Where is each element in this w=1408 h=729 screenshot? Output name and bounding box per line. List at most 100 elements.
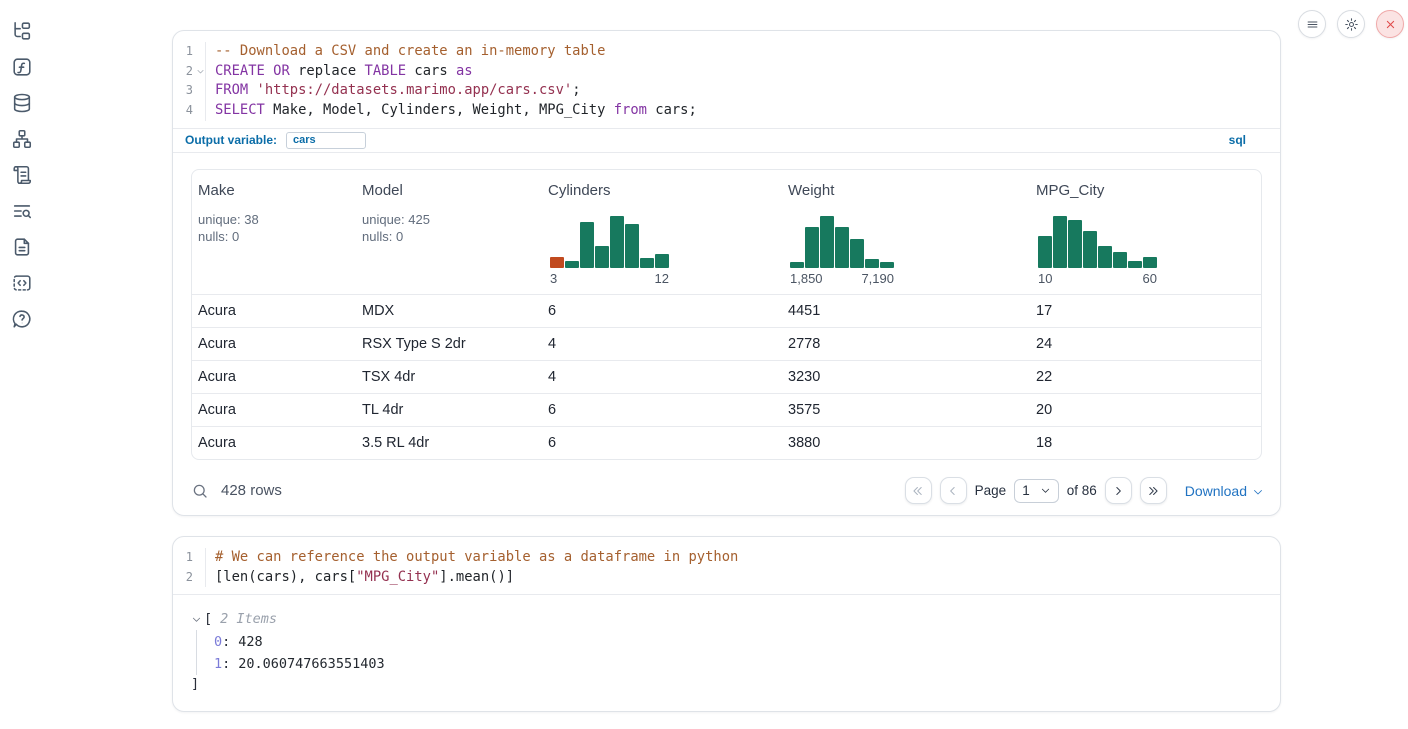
line-number: 1 <box>173 42 206 62</box>
python-output: [ 2 Items 0:4281:20.060747663551403 ] <box>173 594 1280 695</box>
code-text: FROM 'https://datasets.marimo.app/cars.c… <box>206 81 581 101</box>
table-row[interactable]: AcuraTL 4dr6357520 <box>192 393 1261 426</box>
chevrons-left-icon <box>911 484 925 498</box>
histogram-bar <box>550 257 564 268</box>
column-stats: unique: 38nulls: 0 <box>198 211 348 246</box>
sidebar-item-scratchpad[interactable] <box>11 272 33 294</box>
code-line: 1# We can reference the output variable … <box>173 548 1280 568</box>
page-total: of 86 <box>1067 483 1097 498</box>
chevron-right-icon <box>1111 484 1125 498</box>
table-row[interactable]: AcuraTSX 4dr4323022 <box>192 360 1261 393</box>
file-tree-icon <box>11 20 33 42</box>
histogram-bar <box>1038 236 1052 268</box>
document-icon <box>11 236 33 258</box>
prev-page-button[interactable] <box>940 477 967 504</box>
items-count: 2 Items <box>212 611 277 627</box>
row-count: 428 rows <box>221 482 282 499</box>
download-button[interactable]: Download <box>1185 483 1264 499</box>
next-page-button[interactable] <box>1105 477 1132 504</box>
close-bracket: ] <box>191 675 1280 695</box>
fold-chevron-icon[interactable] <box>196 67 205 76</box>
histogram-bar <box>610 216 624 268</box>
last-page-button[interactable] <box>1140 477 1167 504</box>
sidebar-item-help[interactable] <box>11 308 33 330</box>
table-row[interactable]: Acura3.5 RL 4dr6388018 <box>192 426 1261 459</box>
table-cell: RSX Type S 2dr <box>356 336 542 352</box>
python-editor[interactable]: 1# We can reference the output variable … <box>173 537 1280 594</box>
histogram-bar <box>625 224 639 268</box>
table-cell: 3230 <box>782 369 1030 385</box>
table-cell: Acura <box>192 435 356 451</box>
histogram-bar <box>1113 252 1127 268</box>
column-histogram: 1,8507,190 <box>790 216 894 286</box>
column-label: Model <box>362 182 534 199</box>
column-header-mpg_city[interactable]: MPG_City1060 <box>1030 170 1261 294</box>
item-key: 1 <box>214 656 222 672</box>
table-cell: 24 <box>1030 336 1261 352</box>
table-cell: 2778 <box>782 336 1030 352</box>
column-header-make[interactable]: Make unique: 38nulls: 0 <box>192 170 356 294</box>
column-stats: unique: 425nulls: 0 <box>362 211 534 246</box>
table-header: Make unique: 38nulls: 0 Model unique: 425nu… <box>192 170 1261 294</box>
sidebar-item-scroll[interactable] <box>11 164 33 186</box>
item-separator: : <box>222 656 230 672</box>
search-icon[interactable] <box>191 482 209 500</box>
chevron-down-icon[interactable] <box>191 614 202 625</box>
column-label: Make <box>198 182 348 199</box>
close-button[interactable] <box>1376 10 1404 38</box>
code-text: # We can reference the output variable a… <box>206 548 738 568</box>
sidebar-item-function[interactable] <box>11 56 33 78</box>
menu-icon <box>1305 17 1320 32</box>
sidebar-item-document[interactable] <box>11 236 33 258</box>
scroll-icon <box>11 164 33 186</box>
page-select[interactable]: 1 <box>1014 479 1059 503</box>
line-number: 1 <box>173 548 206 568</box>
code-line: 3FROM 'https://datasets.marimo.app/cars.… <box>173 81 1280 101</box>
table-cell: 18 <box>1030 435 1261 451</box>
column-header-weight[interactable]: Weight1,8507,190 <box>782 170 1030 294</box>
column-histogram: 1060 <box>1038 216 1157 286</box>
code-text: -- Download a CSV and create an in-memor… <box>206 42 605 62</box>
histogram-bar <box>880 262 894 268</box>
output-variable-row: Output variable: sql <box>173 128 1280 153</box>
item-value: 20.060747663551403 <box>238 656 384 672</box>
histogram-bar <box>1128 261 1142 268</box>
sql-editor[interactable]: 1-- Download a CSV and create an in-memo… <box>173 31 1280 128</box>
table-row[interactable]: AcuraMDX6445117 <box>192 294 1261 327</box>
output-variable-label: Output variable: <box>185 133 277 147</box>
table-cell: 3.5 RL 4dr <box>356 435 542 451</box>
page-select-value: 1 <box>1022 483 1030 498</box>
column-label: Cylinders <box>548 182 774 199</box>
table-footer: 428 rows Page 1 of 86 <box>173 468 1280 508</box>
menu-button[interactable] <box>1298 10 1326 38</box>
table-cell: TSX 4dr <box>356 369 542 385</box>
code-line: 4SELECT Make, Model, Cylinders, Weight, … <box>173 101 1280 121</box>
gear-button[interactable] <box>1337 10 1365 38</box>
column-header-model[interactable]: Model unique: 425nulls: 0 <box>356 170 542 294</box>
table-cell: 17 <box>1030 303 1261 319</box>
table-cell: Acura <box>192 303 356 319</box>
line-number: 3 <box>173 81 206 101</box>
output-variable-input[interactable] <box>286 132 366 149</box>
table-cell: 6 <box>542 303 782 319</box>
column-header-cylinders[interactable]: Cylinders 312 <box>542 170 782 294</box>
chevron-down-icon <box>1252 486 1264 498</box>
item-key: 0 <box>214 634 222 650</box>
table-row[interactable]: AcuraRSX Type S 2dr4277824 <box>192 327 1261 360</box>
table-cell: 22 <box>1030 369 1261 385</box>
close-icon <box>1383 17 1398 32</box>
sidebar-item-logs-search[interactable] <box>11 200 33 222</box>
histogram-min-label: 3 <box>550 271 557 286</box>
table-cell: MDX <box>356 303 542 319</box>
histogram-bar <box>805 227 819 268</box>
first-page-button[interactable] <box>905 477 932 504</box>
sidebar-item-database[interactable] <box>11 92 33 114</box>
chevron-down-icon <box>1040 485 1051 496</box>
topbar-actions <box>1298 10 1404 38</box>
code-text: [len(cars), cars["MPG_City"].mean()] <box>206 568 514 588</box>
column-histogram: 312 <box>550 216 669 286</box>
code-text: CREATE OR replace TABLE cars as <box>206 62 473 82</box>
histogram-bar <box>655 254 669 268</box>
sidebar-item-file-tree[interactable] <box>11 20 33 42</box>
sidebar-item-dependency-graph[interactable] <box>11 128 33 150</box>
